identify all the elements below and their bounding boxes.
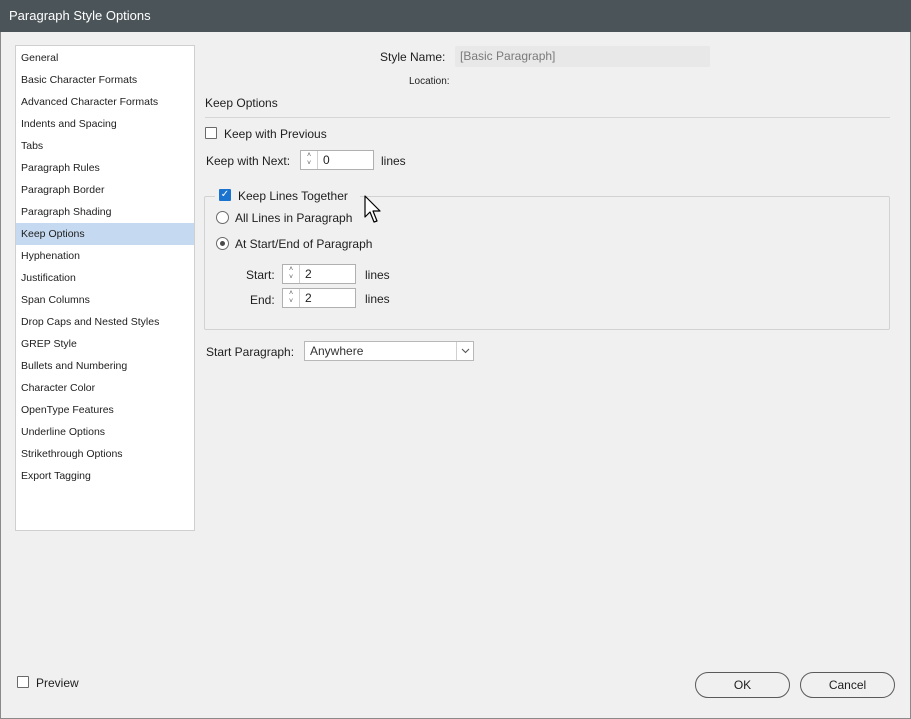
start-lines-stepper[interactable]: ˄ ˅ 2: [282, 264, 356, 284]
style-name-field[interactable]: [Basic Paragraph]: [455, 46, 710, 67]
start-end-radio[interactable]: [216, 237, 229, 250]
checkmark-icon: ✓: [220, 189, 230, 200]
keep-with-next-label: Keep with Next:: [206, 154, 291, 168]
keep-lines-together-checkbox[interactable]: ✓: [219, 189, 231, 201]
start-lines-value[interactable]: 2: [300, 265, 312, 283]
sidebar-item-underline-options[interactable]: Underline Options: [16, 421, 194, 443]
all-lines-radio[interactable]: [216, 211, 229, 224]
stepper-arrows[interactable]: ˄ ˅: [283, 265, 300, 283]
sidebar-item-keep-options[interactable]: Keep Options: [16, 223, 194, 245]
preview-label: Preview: [36, 676, 79, 690]
mouse-cursor-icon: [364, 195, 381, 223]
section-title: Keep Options: [205, 96, 278, 110]
sidebar-item-grep-style[interactable]: GREP Style: [16, 333, 194, 355]
sidebar-item-bullets-and-numbering[interactable]: Bullets and Numbering: [16, 355, 194, 377]
keep-with-previous-checkbox[interactable]: [205, 127, 217, 139]
keep-with-previous-label: Keep with Previous: [224, 127, 327, 141]
chevron-down-icon[interactable]: ˅: [289, 298, 293, 306]
cancel-button[interactable]: Cancel: [800, 672, 895, 698]
window-title-bar: Paragraph Style Options: [0, 0, 911, 32]
sidebar-item-opentype-features[interactable]: OpenType Features: [16, 399, 194, 421]
sidebar-item-character-color[interactable]: Character Color: [16, 377, 194, 399]
ok-button[interactable]: OK: [695, 672, 790, 698]
start-paragraph-dropdown[interactable]: Anywhere: [304, 341, 474, 361]
sidebar-item-indents-and-spacing[interactable]: Indents and Spacing: [16, 113, 194, 135]
location-label: Location:: [409, 76, 450, 87]
sidebar-item-span-columns[interactable]: Span Columns: [16, 289, 194, 311]
stepper-arrows[interactable]: ˄ ˅: [301, 151, 318, 169]
sidebar-item-paragraph-rules[interactable]: Paragraph Rules: [16, 157, 194, 179]
chevron-up-icon[interactable]: ˄: [289, 266, 293, 274]
sidebar-item-paragraph-border[interactable]: Paragraph Border: [16, 179, 194, 201]
sidebar-item-advanced-character-formats[interactable]: Advanced Character Formats: [16, 91, 194, 113]
keep-lines-together-label: Keep Lines Together: [238, 189, 348, 203]
end-lines-value[interactable]: 2: [300, 289, 312, 307]
sidebar-item-paragraph-shading[interactable]: Paragraph Shading: [16, 201, 194, 223]
preview-checkbox[interactable]: [17, 676, 29, 688]
start-lines-unit: lines: [365, 268, 390, 282]
chevron-down-icon[interactable]: ˅: [307, 160, 311, 168]
sidebar-item-basic-character-formats[interactable]: Basic Character Formats: [16, 69, 194, 91]
sidebar-item-export-tagging[interactable]: Export Tagging: [16, 465, 194, 487]
end-lines-stepper[interactable]: ˄ ˅ 2: [282, 288, 356, 308]
sidebar-item-general[interactable]: General: [16, 47, 194, 69]
end-label: End:: [250, 293, 275, 307]
chevron-down-icon[interactable]: ˅: [289, 274, 293, 282]
sidebar-item-tabs[interactable]: Tabs: [16, 135, 194, 157]
start-end-label: At Start/End of Paragraph: [235, 237, 373, 251]
start-label: Start:: [246, 268, 275, 282]
all-lines-label: All Lines in Paragraph: [235, 211, 353, 225]
section-divider: [205, 117, 890, 118]
sidebar-item-drop-caps-and-nested-styles[interactable]: Drop Caps and Nested Styles: [16, 311, 194, 333]
sidebar-item-hyphenation[interactable]: Hyphenation: [16, 245, 194, 267]
sidebar-item-justification[interactable]: Justification: [16, 267, 194, 289]
sidebar-item-strikethrough-options[interactable]: Strikethrough Options: [16, 443, 194, 465]
style-name-label: Style Name:: [380, 50, 446, 64]
start-paragraph-value[interactable]: Anywhere: [305, 342, 456, 360]
end-lines-unit: lines: [365, 292, 390, 306]
category-list: General Basic Character Formats Advanced…: [15, 45, 195, 531]
chevron-up-icon[interactable]: ˄: [307, 152, 311, 160]
start-paragraph-label: Start Paragraph:: [206, 345, 295, 359]
chevron-up-icon[interactable]: ˄: [289, 290, 293, 298]
chevron-down-icon[interactable]: [456, 342, 473, 360]
keep-with-next-value[interactable]: 0: [318, 151, 330, 169]
window-title: Paragraph Style Options: [9, 8, 151, 23]
stepper-arrows[interactable]: ˄ ˅: [283, 289, 300, 307]
keep-with-next-stepper[interactable]: ˄ ˅ 0: [300, 150, 374, 170]
keep-with-next-unit: lines: [381, 154, 406, 168]
